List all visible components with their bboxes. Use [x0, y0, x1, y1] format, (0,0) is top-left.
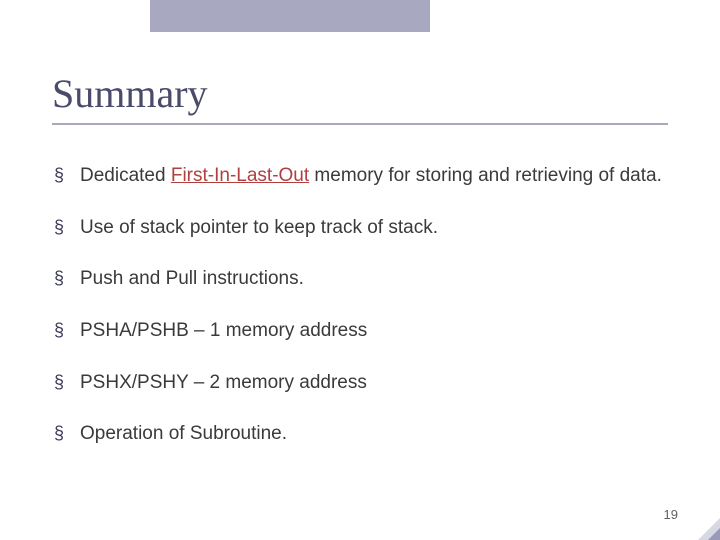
bullet-text: PSHA/PSHB – 1 memory address: [80, 320, 367, 341]
bullet-text: Use of stack pointer to keep track of st…: [80, 217, 438, 238]
bullet-list: Dedicated First-In-Last-Out memory for s…: [52, 163, 668, 447]
bullet-text: Push and Pull instructions.: [80, 268, 304, 289]
decorative-top-bar: [150, 0, 430, 32]
list-item: Dedicated First-In-Last-Out memory for s…: [80, 163, 668, 189]
bullet-text: Dedicated: [80, 165, 171, 186]
list-item: Operation of Subroutine.: [80, 421, 668, 447]
list-item: PSHX/PSHY – 2 memory address: [80, 370, 668, 396]
corner-decoration: [698, 518, 720, 540]
slide-content: Summary Dedicated First-In-Last-Out memo…: [52, 70, 668, 473]
list-item: PSHA/PSHB – 1 memory address: [80, 318, 668, 344]
list-item: Use of stack pointer to keep track of st…: [80, 215, 668, 241]
bullet-text: Operation of Subroutine.: [80, 423, 287, 444]
slide-title: Summary: [52, 70, 668, 125]
bullet-text: PSHX/PSHY – 2 memory address: [80, 372, 367, 393]
page-number: 19: [664, 507, 678, 522]
list-item: Push and Pull instructions.: [80, 266, 668, 292]
bullet-highlight: First-In-Last-Out: [171, 165, 309, 186]
bullet-text: memory for storing and retrieving of dat…: [309, 165, 662, 186]
